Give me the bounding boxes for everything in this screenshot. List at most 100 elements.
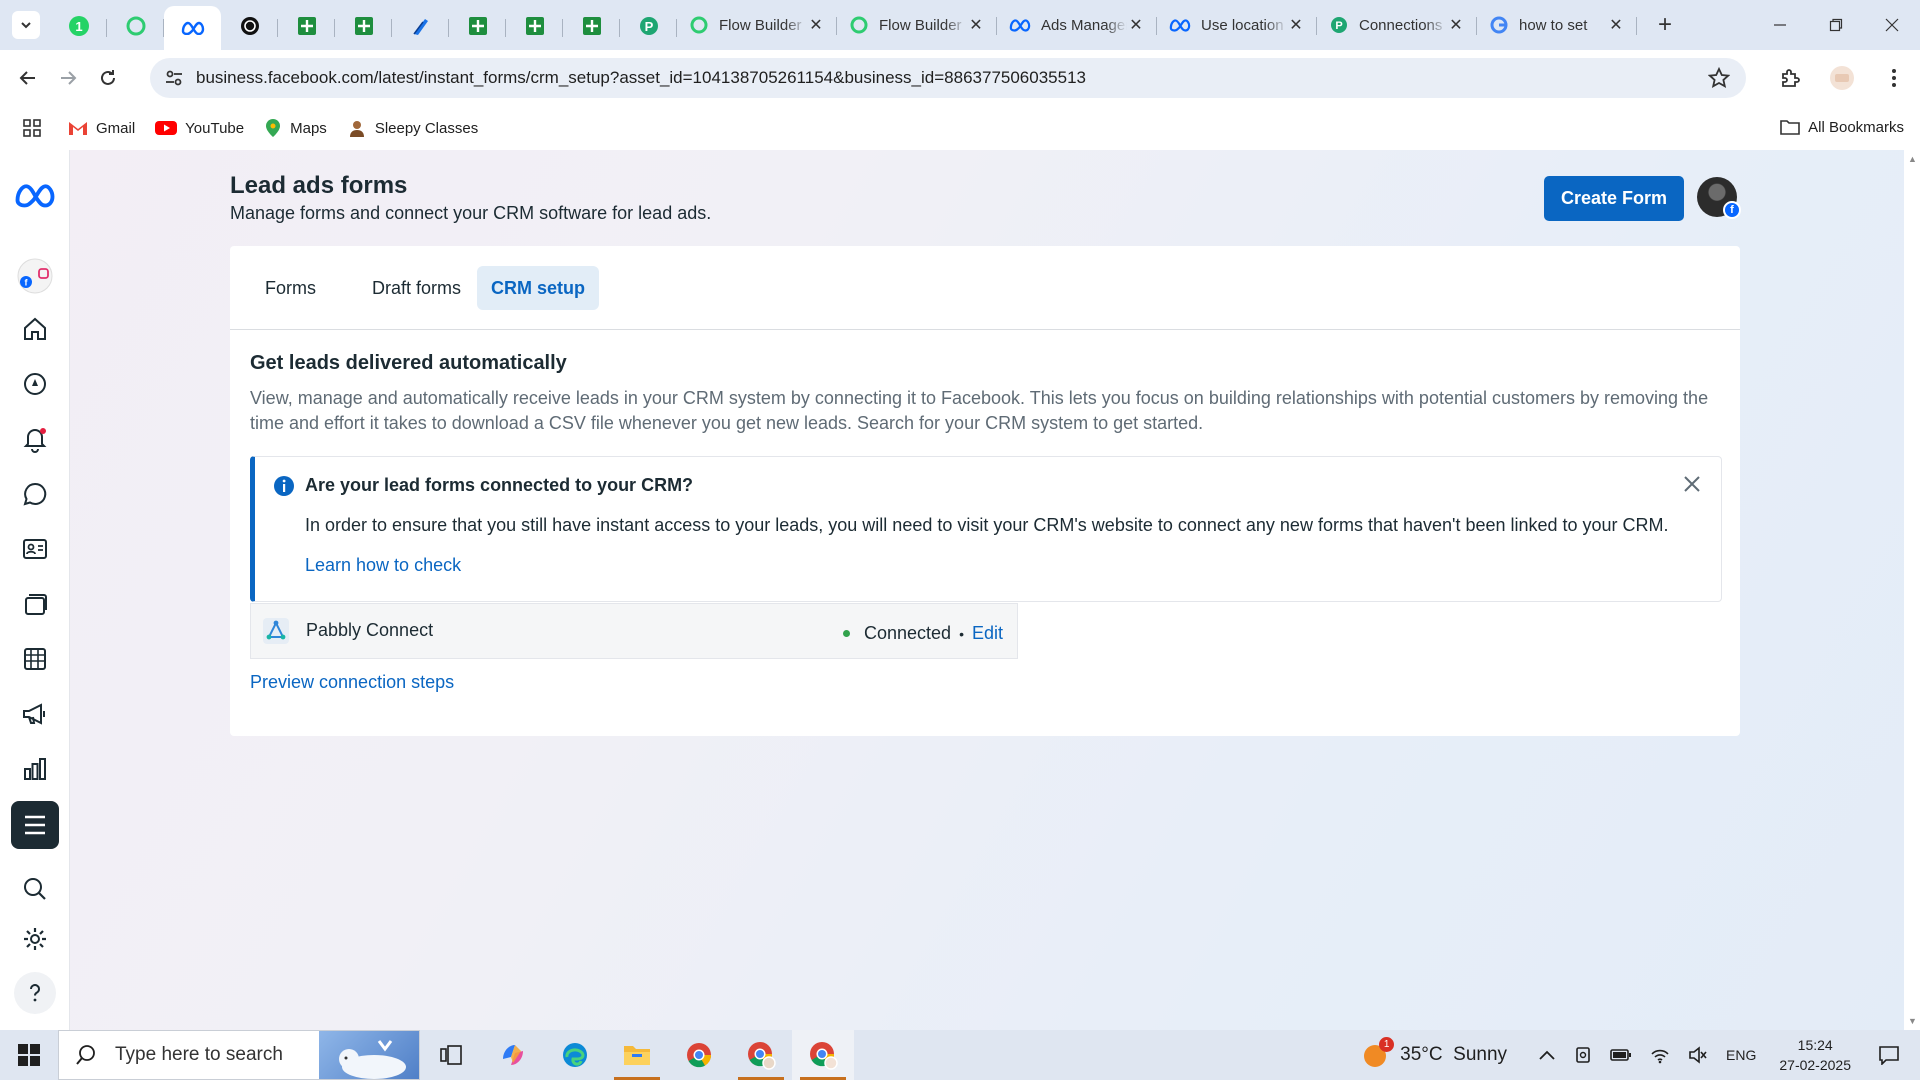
- edge-app[interactable]: [544, 1030, 606, 1080]
- start-button[interactable]: [0, 1030, 58, 1080]
- user-avatar[interactable]: f: [1697, 177, 1741, 219]
- tab-draft-forms[interactable]: Draft forms: [358, 266, 475, 310]
- site-info-button[interactable]: [158, 68, 190, 88]
- battery-button[interactable]: [1610, 1048, 1632, 1062]
- close-window-button[interactable]: [1864, 0, 1920, 50]
- reload-button[interactable]: [90, 60, 126, 96]
- tab-search-button[interactable]: [12, 11, 40, 39]
- bookmark-sleepy-classes[interactable]: Sleepy Classes: [347, 118, 478, 138]
- clock-date: 27-02-2025: [1779, 1057, 1851, 1073]
- close-tab-icon[interactable]: ✕: [967, 15, 985, 35]
- chrome-profile-app[interactable]: [730, 1030, 792, 1080]
- copilot-app[interactable]: [482, 1030, 544, 1080]
- restore-button[interactable]: [1808, 0, 1864, 50]
- bookmark-star-button[interactable]: [1707, 66, 1731, 94]
- file-explorer-app[interactable]: [606, 1030, 668, 1080]
- nav-content[interactable]: [14, 583, 56, 625]
- kebab-menu-icon: [1892, 69, 1896, 87]
- preview-connection-steps-link[interactable]: Preview connection steps: [250, 672, 454, 693]
- volume-button[interactable]: [1688, 1046, 1708, 1064]
- browser-tab[interactable]: P Connections ✕: [1317, 5, 1477, 45]
- apps-button[interactable]: [22, 118, 42, 138]
- clock[interactable]: 15:24 27-02-2025: [1779, 1035, 1851, 1075]
- nav-ads[interactable]: [14, 693, 56, 735]
- nav-settings[interactable]: [14, 918, 56, 960]
- pinned-tab[interactable]: [506, 6, 563, 46]
- bookmark-label: Gmail: [96, 119, 136, 137]
- nav-home[interactable]: [14, 308, 56, 350]
- close-tab-icon[interactable]: ✕: [1607, 15, 1625, 35]
- bookmark-label: Sleepy Classes: [374, 119, 479, 137]
- close-notice-button[interactable]: [1683, 475, 1701, 498]
- close-tab-icon[interactable]: ✕: [1287, 15, 1305, 35]
- nav-insights[interactable]: [14, 748, 56, 790]
- weather-widget[interactable]: 1 35°C Sunny: [1362, 1037, 1507, 1069]
- pinned-tab[interactable]: [107, 6, 164, 46]
- taskbar-search[interactable]: Type here to search: [58, 1030, 420, 1080]
- compass-icon: [24, 373, 46, 395]
- wifi-button[interactable]: [1650, 1046, 1670, 1064]
- edit-connection-link[interactable]: Edit: [972, 623, 1003, 644]
- account-switcher[interactable]: f: [14, 255, 56, 297]
- crm-notice-banner: Are your lead forms connected to your CR…: [250, 456, 1722, 602]
- profile-button[interactable]: [1816, 65, 1868, 91]
- close-tab-icon[interactable]: ✕: [1447, 15, 1465, 35]
- learn-how-link[interactable]: Learn how to check: [305, 555, 461, 576]
- nav-all-tools[interactable]: [11, 801, 59, 849]
- youtube-icon: [155, 121, 178, 135]
- browser-tab[interactable]: Flow Builder ✕: [677, 5, 837, 45]
- close-tab-icon[interactable]: ✕: [807, 15, 825, 35]
- pinned-tab[interactable]: [563, 6, 620, 46]
- pinned-tab[interactable]: [335, 6, 392, 46]
- star-icon: [1707, 66, 1731, 88]
- pinned-tab[interactable]: [392, 6, 449, 46]
- show-hidden-icons-button[interactable]: [1538, 1048, 1556, 1062]
- notifications-button[interactable]: [1878, 1045, 1900, 1065]
- page-scrollbar[interactable]: ▲ ▼: [1904, 150, 1920, 1030]
- pinned-tab[interactable]: P: [620, 6, 677, 46]
- tab-forms[interactable]: Forms: [251, 266, 330, 310]
- browser-menu-button[interactable]: [1868, 68, 1920, 88]
- browser-tab[interactable]: Use location ✕: [1157, 5, 1317, 45]
- device-icon-button[interactable]: [1574, 1046, 1592, 1064]
- close-tab-icon[interactable]: ✕: [1127, 15, 1145, 35]
- tab-crm-setup[interactable]: CRM setup: [477, 266, 599, 310]
- nav-explore[interactable]: [14, 363, 56, 405]
- bookmark-youtube[interactable]: YouTube: [155, 120, 244, 137]
- pinned-tab[interactable]: [449, 6, 506, 46]
- forward-button[interactable]: [50, 60, 86, 96]
- pabbly-connect-logo-icon: [263, 618, 289, 644]
- chrome-profile-app-active[interactable]: [792, 1030, 854, 1080]
- nav-help[interactable]: [14, 972, 56, 1014]
- address-bar[interactable]: business.facebook.com/latest/instant_for…: [150, 58, 1746, 98]
- back-button[interactable]: [10, 60, 46, 96]
- all-bookmarks-button[interactable]: All Bookmarks: [1780, 118, 1904, 136]
- task-view-button[interactable]: [420, 1030, 482, 1080]
- extensions-button[interactable]: [1764, 67, 1816, 89]
- pinned-tab[interactable]: 1: [50, 6, 107, 46]
- url-text[interactable]: business.facebook.com/latest/instant_for…: [196, 68, 1086, 88]
- nav-notifications[interactable]: [14, 418, 56, 460]
- reload-icon: [101, 70, 115, 85]
- scroll-down-icon[interactable]: ▼: [1908, 1016, 1917, 1026]
- minimize-button[interactable]: [1752, 0, 1808, 50]
- nav-search[interactable]: [14, 868, 56, 910]
- browser-tab[interactable]: how to set ✕: [1477, 5, 1637, 45]
- pinned-tab-active[interactable]: [164, 6, 221, 50]
- chrome-app[interactable]: [668, 1030, 730, 1080]
- bookmark-maps[interactable]: Maps: [264, 118, 327, 138]
- nav-contacts[interactable]: [14, 528, 56, 570]
- browser-tab[interactable]: Flow Builder ✕: [837, 5, 997, 45]
- nav-inbox[interactable]: [14, 473, 56, 515]
- pinned-tab[interactable]: [278, 6, 335, 46]
- new-tab-button[interactable]: +: [1653, 11, 1677, 39]
- browser-tab[interactable]: Ads Manager ✕: [997, 5, 1157, 45]
- meta-logo[interactable]: [14, 174, 56, 216]
- crm-name: Pabbly Connect: [306, 620, 434, 640]
- scroll-up-icon[interactable]: ▲: [1908, 154, 1917, 164]
- bookmark-gmail[interactable]: Gmail: [68, 120, 135, 137]
- nav-planner[interactable]: [14, 638, 56, 680]
- pinned-tab[interactable]: [221, 6, 278, 46]
- create-form-button[interactable]: Create Form: [1544, 176, 1684, 221]
- input-language-button[interactable]: ENG: [1726, 1047, 1756, 1063]
